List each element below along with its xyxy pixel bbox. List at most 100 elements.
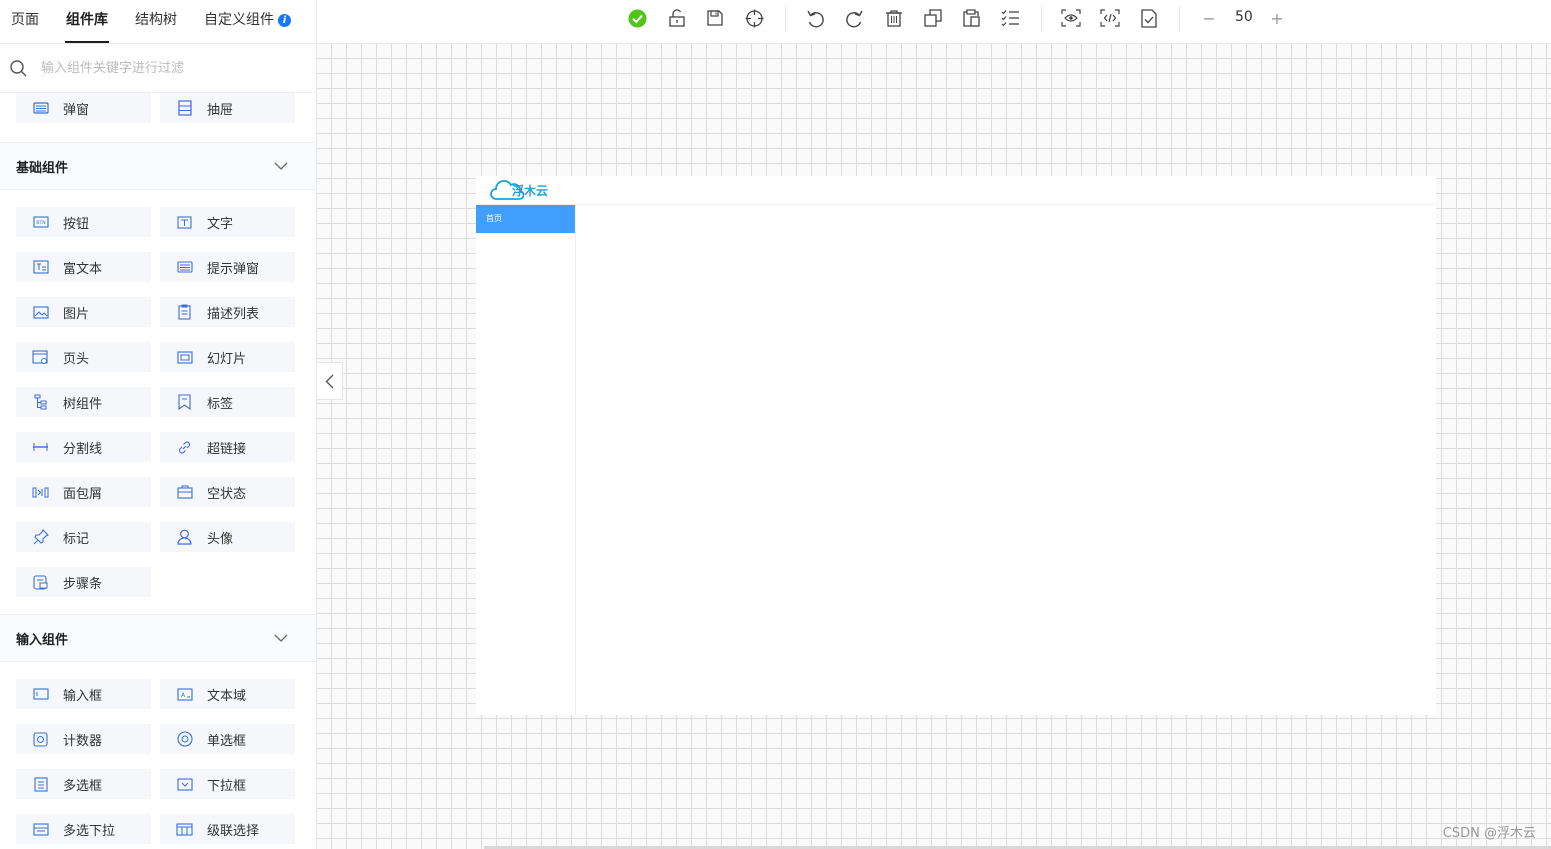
preview-eye-icon[interactable] [1061,8,1081,28]
component-marker[interactable]: 标记 [16,522,151,552]
component-label: 面包屑 [63,486,103,502]
component-description-list[interactable]: 描述列表 [160,297,295,327]
delete-icon[interactable] [884,8,904,28]
tab-component-library[interactable]: 组件库 [65,1,109,43]
component-label: 抽屉 [207,102,234,118]
group-header-input[interactable]: 输入组件 [0,614,316,662]
component-label: 弹窗 [63,102,90,118]
code-icon[interactable] [1100,8,1120,28]
chevron-left-icon [325,374,334,388]
component-drawer[interactable]: 抽屉 [160,93,295,123]
paste-icon[interactable] [961,8,981,28]
component-label: 标签 [207,396,234,412]
component-image[interactable]: 图片 [16,297,151,327]
rich-text-icon [32,259,49,276]
component-alert-dialog[interactable]: 提示弹窗 [160,252,295,282]
group-header-basic[interactable]: 基础组件 [0,142,316,190]
component-label: 输入框 [63,688,103,704]
undo-icon[interactable] [805,8,825,28]
dialog-icon [32,100,49,117]
component-radio[interactable]: 单选框 [160,724,295,754]
check-circle-icon[interactable] [627,8,647,28]
toolbar-divider [785,6,786,32]
component-text[interactable]: 文字 [160,207,295,237]
component-label: 超链接 [207,441,247,457]
zoom-in-button[interactable]: + [1267,8,1287,28]
empty-state-icon [176,484,193,501]
group-title: 基础组件 [16,160,69,176]
select-icon [176,776,193,793]
component-rich-text[interactable]: 富文本 [16,252,151,282]
preview-header: 浮木云 [476,176,1436,205]
input-icon [32,686,49,703]
divider-icon [32,439,49,456]
component-counter[interactable]: 计数器 [16,724,151,754]
component-label: 文本域 [207,688,247,704]
component-label: 描述列表 [207,306,260,322]
toolbar-divider [1179,6,1180,32]
chevron-down-icon [274,634,288,642]
search-bar [0,44,316,93]
svg-text:A: A [180,692,185,699]
component-cascader[interactable]: 级联选择 [160,814,295,844]
component-label: 下拉框 [207,778,247,794]
checklist-icon[interactable] [1000,8,1020,28]
component-empty-state[interactable]: 空状态 [160,477,295,507]
component-link[interactable]: 超链接 [160,432,295,462]
copy-icon[interactable] [923,8,943,28]
component-button[interactable]: BTN 按钮 [16,207,151,237]
steps-icon [32,574,49,591]
tab-custom-component-label: 自定义组件 [204,12,274,28]
collapse-sidebar-button[interactable] [317,362,343,400]
component-label: 计数器 [63,733,103,749]
multi-select-icon [32,821,49,838]
link-icon [176,439,193,456]
component-tree[interactable]: 树组件 [16,387,151,417]
component-avatar[interactable]: 头像 [160,522,295,552]
zoom-level: 50 [1235,9,1253,25]
save-icon[interactable] [705,8,725,28]
component-multi-select[interactable]: 多选下拉 [16,814,151,844]
component-tag[interactable]: 标签 [160,387,295,417]
component-page-header[interactable]: 页头 [16,342,151,372]
component-label: 提示弹窗 [207,261,260,277]
info-icon[interactable]: i [278,14,291,27]
component-sidebar: 页面 组件库 结构树 自定义组件 i 弹窗 抽屉 基础组件 BTN 按钮 文字富文本 提… [0,0,317,849]
component-checkbox[interactable]: 多选框 [16,769,151,799]
component-label: 按钮 [63,216,90,232]
component-label: 图片 [63,306,90,322]
component-breadcrumb[interactable]: 面包屑 [16,477,151,507]
preview-logo: 浮木云 [490,178,548,202]
component-carousel[interactable]: 幻灯片 [160,342,295,372]
component-select[interactable]: 下拉框 [160,769,295,799]
component-label: 富文本 [63,261,103,277]
component-dialog[interactable]: 弹窗 [16,93,151,123]
crosshair-icon[interactable] [744,8,764,28]
component-divider[interactable]: 分割线 [16,432,151,462]
alert-dialog-icon [176,259,193,276]
input-component-grid: 输入框 A 文本域计数器 单选框 多选框 下拉框多选下拉 级联选择 [0,679,316,844]
top-component-grid: 弹窗 抽屉 [0,93,316,123]
search-icon [10,59,27,76]
group-title: 输入组件 [16,632,69,648]
search-input[interactable] [39,59,293,77]
file-check-icon[interactable] [1139,8,1159,28]
toolbar-divider [1041,6,1042,32]
tab-structure-tree[interactable]: 结构树 [134,1,178,43]
text-icon [176,214,193,231]
component-label: 标记 [63,531,90,547]
tab-custom-component[interactable]: 自定义组件 i [203,1,292,43]
tree-icon [32,394,49,411]
marker-icon [32,529,49,546]
watermark: CSDN @浮木云 [1442,826,1536,841]
page-preview[interactable]: 浮木云 首页 [476,176,1436,715]
menu-item-home[interactable]: 首页 [476,205,575,233]
unlock-icon[interactable] [667,8,687,28]
tab-page[interactable]: 页面 [10,1,40,43]
editor-toolbar: − 50 + [317,0,1551,44]
component-steps[interactable]: 步骤条 [16,567,151,597]
component-textarea[interactable]: A 文本域 [160,679,295,709]
redo-icon[interactable] [844,8,864,28]
component-input[interactable]: 输入框 [16,679,151,709]
zoom-out-button[interactable]: − [1199,8,1219,28]
